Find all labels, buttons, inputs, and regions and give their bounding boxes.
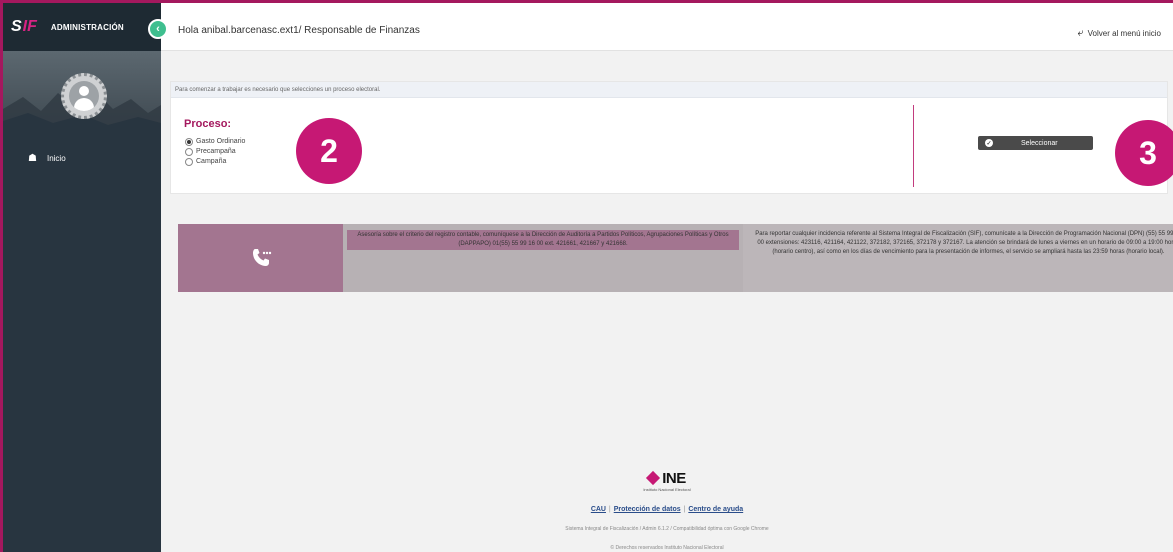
radio-label: Precampaña — [196, 148, 236, 155]
back-to-home-link[interactable]: ⤶ Volver al menú inicio — [1077, 27, 1161, 40]
vertical-divider — [913, 105, 914, 187]
ine-wordmark: INE — [662, 469, 686, 487]
step-marker-3: 3 — [1115, 120, 1173, 186]
seleccionar-label: Seleccionar — [1021, 139, 1058, 147]
radio-button[interactable] — [185, 157, 193, 166]
radio-button[interactable] — [185, 147, 193, 156]
user-greeting: Hola anibal.barcenasc.ext1/ Responsable … — [178, 25, 420, 36]
footer: INE Instituto Nacional Electoral CAU | P… — [161, 468, 1173, 552]
link-separator: | — [606, 506, 613, 513]
profile-banner — [3, 51, 161, 139]
info-message: Para comenzar a trabajar es necesario qu… — [171, 82, 1167, 98]
sif-logo: S IF — [11, 18, 37, 36]
ine-diamond-icon — [646, 470, 661, 486]
collapse-sidebar-button[interactable]: ‹ — [148, 19, 168, 39]
phone-icon — [252, 249, 271, 266]
radio-button-checked[interactable] — [185, 137, 193, 146]
seleccionar-button[interactable]: ✓ Seleccionar — [978, 136, 1093, 150]
system-version-text: Sistema Integral de Fiscalización / Admi… — [565, 526, 769, 532]
check-circle-icon: ✓ — [985, 139, 993, 147]
help-banner: Asesoría sobre el criterio del registro … — [178, 224, 1173, 292]
ine-logo: INE — [161, 469, 1173, 487]
top-bar: Hola anibal.barcenasc.ext1/ Responsable … — [161, 3, 1173, 51]
chevron-left-icon: ‹ — [156, 23, 160, 35]
reply-arrow-icon: ⤶ — [1077, 27, 1084, 39]
footer-links: CAU | Protección de datos | Centro de ay… — [161, 506, 1173, 513]
avatar[interactable] — [61, 73, 107, 119]
radio-label: Campaña — [196, 158, 227, 165]
sidebar-item-inicio[interactable]: ☗ Inicio — [3, 139, 161, 164]
centro-ayuda-link[interactable]: Centro de ayuda — [688, 506, 743, 513]
auditoria-contact-text: Asesoría sobre el criterio del registro … — [347, 230, 739, 250]
sidebar: S IF ADMINISTRACIÓN ☗ Inicio — [3, 3, 161, 552]
sidebar-header: S IF ADMINISTRACIÓN — [3, 3, 161, 51]
ine-subtitle: Instituto Nacional Electoral — [643, 487, 691, 492]
home-icon: ☗ — [28, 153, 37, 164]
help-icon-box — [178, 224, 343, 292]
auditoria-contact: Asesoría sobre el criterio del registro … — [343, 224, 743, 292]
radio-gasto-ordinario[interactable]: Gasto Ordinario — [185, 137, 245, 146]
incidencia-contact-text: Para reportar cualquier incidencia refer… — [743, 224, 1173, 292]
radio-label: Gasto Ordinario — [196, 138, 246, 145]
step-marker-2: 2 — [296, 118, 362, 184]
proceso-label: Proceso: — [184, 118, 232, 130]
sidebar-title: ADMINISTRACIÓN — [50, 22, 124, 32]
user-icon — [69, 81, 99, 111]
main-content: Hola anibal.barcenasc.ext1/ Responsable … — [161, 3, 1173, 552]
link-separator: | — [681, 506, 688, 513]
proteccion-datos-link[interactable]: Protección de datos — [614, 506, 681, 513]
cau-link[interactable]: CAU — [591, 506, 606, 513]
radio-precampana[interactable]: Precampaña — [185, 147, 245, 156]
logo-if: IF — [22, 18, 37, 35]
proceso-radio-group: Gasto Ordinario Precampaña Campaña — [185, 137, 245, 167]
copyright-text: © Derechos reservados Instituto Nacional… — [610, 545, 724, 551]
logo-s: S — [11, 18, 22, 35]
back-link-label: Volver al menú inicio — [1087, 29, 1161, 38]
radio-campana[interactable]: Campaña — [185, 157, 245, 166]
sidebar-item-label: Inicio — [46, 154, 66, 163]
